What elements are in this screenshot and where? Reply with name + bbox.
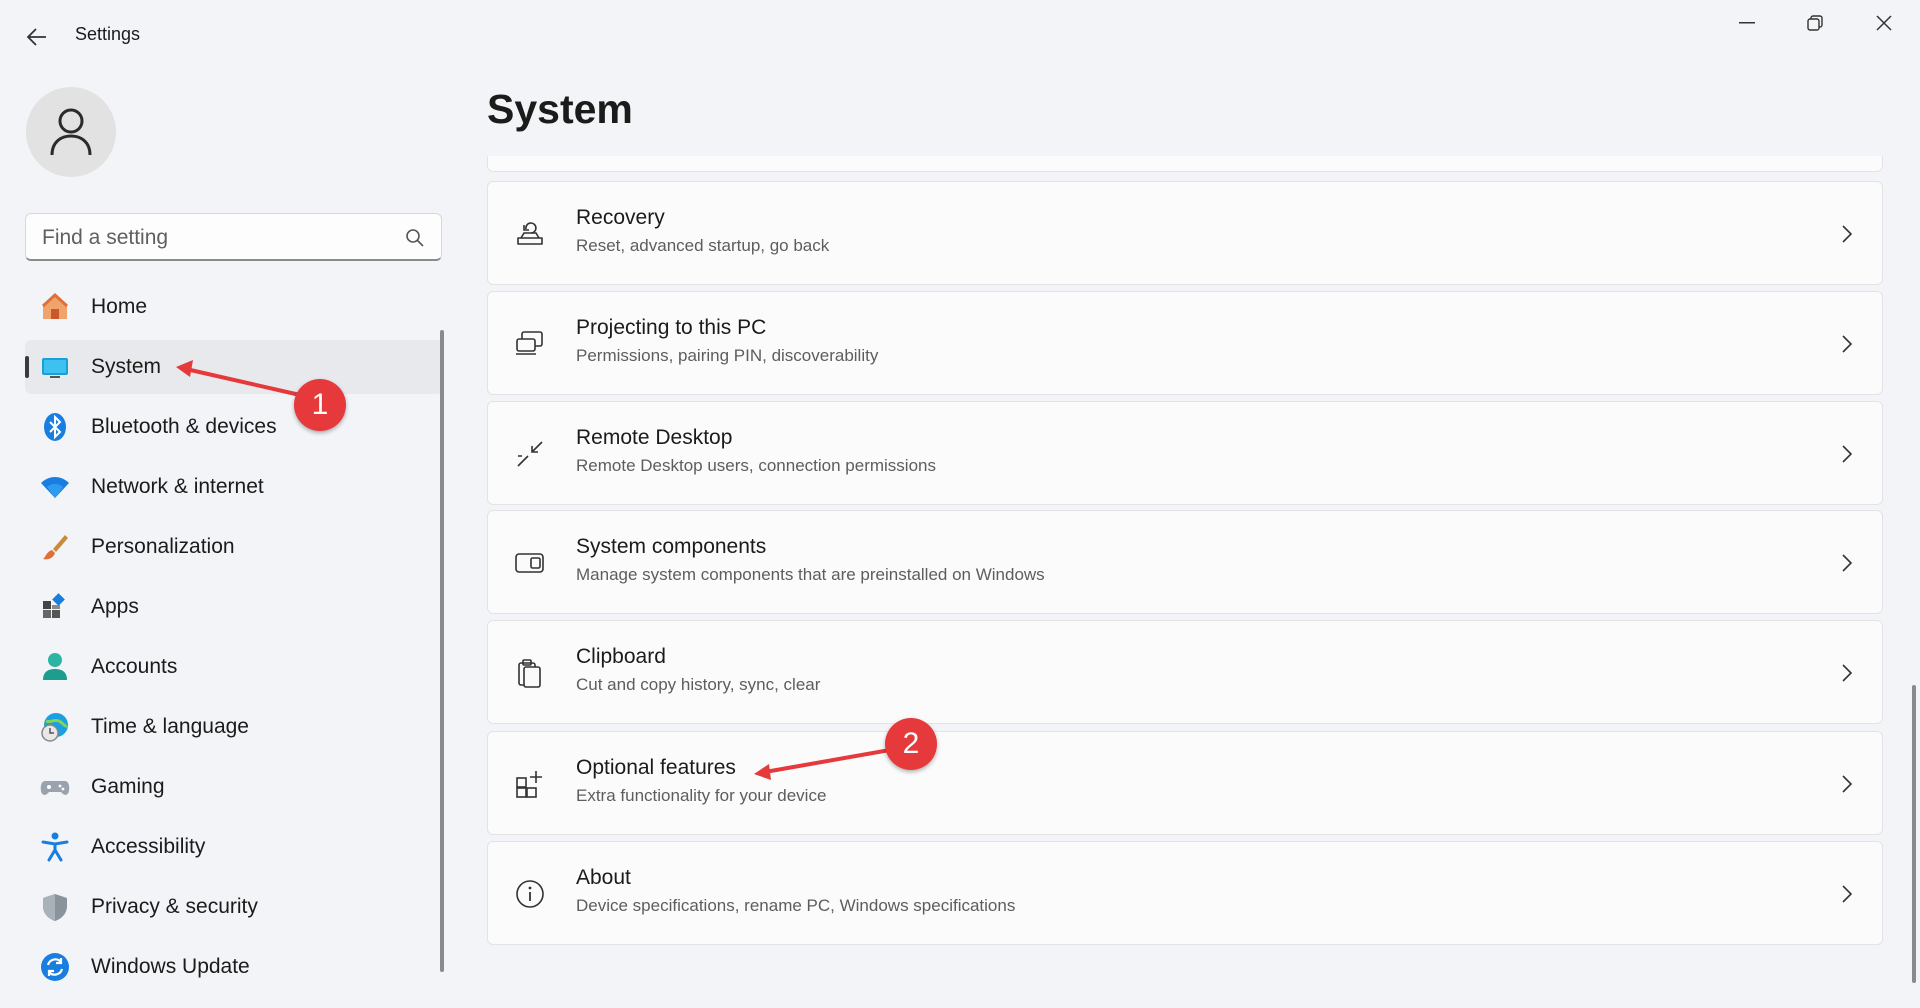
sidebar-item-label: System — [91, 355, 162, 378]
card-description: Cut and copy history, sync, clear — [576, 675, 821, 694]
chevron-right-icon — [1842, 664, 1853, 682]
card-title: Remote Desktop — [576, 426, 733, 449]
card-description: Manage system components that are preins… — [576, 565, 1045, 584]
remote-desktop-icon — [517, 441, 543, 467]
chevron-right-icon — [1842, 335, 1853, 353]
back-arrow-icon — [27, 28, 46, 46]
sidebar-item-home[interactable]: Home — [25, 280, 443, 334]
card-title: Projecting to this PC — [576, 316, 767, 339]
page-title: System — [487, 86, 633, 132]
minimize-icon — [1739, 22, 1755, 24]
sidebar-item-label: Accessibility — [91, 835, 206, 858]
brush-icon — [39, 531, 71, 563]
user-avatar[interactable] — [26, 87, 116, 177]
apps-icon — [39, 591, 71, 623]
optional-features-icon — [516, 771, 542, 798]
card-projecting[interactable]: Projecting to this PC Permissions, pairi… — [487, 291, 1883, 395]
card-title: Optional features — [576, 756, 736, 779]
info-icon — [516, 880, 544, 908]
sidebar-item-accounts[interactable]: Accounts — [25, 640, 443, 694]
search-input[interactable]: Find a setting — [25, 213, 442, 261]
card-recovery[interactable]: Recovery Reset, advanced startup, go bac… — [487, 181, 1883, 285]
clipboard-icon — [518, 659, 541, 688]
sidebar-item-apps[interactable]: Apps — [25, 580, 443, 634]
annotation-badge-2: 2 — [885, 718, 937, 770]
sidebar-item-label: Accounts — [91, 655, 178, 678]
chevron-right-icon — [1842, 225, 1853, 243]
card-optional-features[interactable]: Optional features Extra functionality fo… — [487, 731, 1883, 835]
person-icon — [50, 108, 92, 156]
card-about[interactable]: About Device specifications, rename PC, … — [487, 841, 1883, 945]
card-title: Clipboard — [576, 645, 666, 668]
card-description: Remote Desktop users, connection permiss… — [576, 456, 936, 475]
sidebar-item-label: Bluetooth & devices — [91, 415, 277, 438]
sidebar-item-accessibility[interactable]: Accessibility — [25, 820, 443, 874]
projecting-icon — [516, 331, 543, 355]
search-placeholder: Find a setting — [42, 226, 169, 249]
sidebar-item-bluetooth[interactable]: Bluetooth & devices — [25, 400, 443, 454]
bluetooth-icon — [39, 411, 71, 443]
chevron-right-icon — [1842, 775, 1853, 793]
sidebar-item-label: Time & language — [91, 715, 249, 738]
card-description: Extra functionality for your device — [576, 786, 827, 805]
card-description: Device specifications, rename PC, Window… — [576, 896, 1016, 915]
active-indicator — [25, 356, 29, 378]
globe-clock-icon — [39, 711, 71, 743]
shield-icon — [39, 891, 71, 923]
sidebar-item-label: Privacy & security — [91, 895, 258, 918]
card-remote-desktop[interactable]: Remote Desktop Remote Desktop users, con… — [487, 401, 1883, 505]
sidebar-item-label: Apps — [91, 595, 139, 618]
annotation-badge-1: 1 — [294, 379, 346, 431]
sidebar-item-personalization[interactable]: Personalization — [25, 520, 443, 574]
sidebar-item-network[interactable]: Network & internet — [25, 460, 443, 514]
restore-button[interactable] — [1781, 0, 1849, 46]
chevron-right-icon — [1842, 445, 1853, 463]
search-icon — [406, 229, 424, 247]
system-icon — [39, 351, 71, 383]
gamepad-icon — [39, 771, 71, 803]
sidebar-item-label: Network & internet — [91, 475, 264, 498]
card-clipboard[interactable]: Clipboard Cut and copy history, sync, cl… — [487, 620, 1883, 724]
sidebar-scrollbar[interactable] — [440, 330, 444, 972]
card-partial — [487, 156, 1883, 172]
chevron-right-icon — [1842, 885, 1853, 903]
back-button[interactable] — [14, 14, 60, 60]
minimize-button[interactable] — [1713, 0, 1781, 46]
sidebar-item-windows-update[interactable]: Windows Update — [25, 940, 443, 994]
sidebar-item-time-language[interactable]: Time & language — [25, 700, 443, 754]
card-system-components[interactable]: System components Manage system componen… — [487, 510, 1883, 614]
card-description: Reset, advanced startup, go back — [576, 236, 830, 255]
card-title: Recovery — [576, 206, 665, 229]
app-title: Settings — [75, 24, 141, 44]
sidebar-item-label: Personalization — [91, 535, 235, 558]
main-scrollbar[interactable] — [1912, 685, 1916, 983]
accounts-icon — [39, 651, 71, 683]
card-description: Permissions, pairing PIN, discoverabilit… — [576, 346, 879, 365]
sidebar-item-label: Windows Update — [91, 955, 250, 978]
home-icon — [39, 291, 71, 323]
close-icon — [1876, 15, 1892, 31]
accessibility-icon — [39, 831, 71, 863]
sidebar-item-label: Gaming — [91, 775, 165, 798]
card-title: System components — [576, 535, 767, 558]
sidebar-item-label: Home — [91, 295, 148, 318]
sidebar-item-system[interactable]: System — [25, 340, 443, 394]
close-button[interactable] — [1850, 0, 1918, 46]
update-icon — [39, 951, 71, 983]
restore-icon — [1807, 15, 1823, 31]
chevron-right-icon — [1842, 554, 1853, 572]
wifi-icon — [39, 471, 71, 503]
recovery-icon — [517, 222, 543, 245]
card-title: About — [576, 866, 631, 889]
sidebar-item-privacy-security[interactable]: Privacy & security — [25, 880, 443, 934]
title-bar: Settings — [0, 0, 1920, 72]
sidebar-item-gaming[interactable]: Gaming — [25, 760, 443, 814]
system-components-icon — [515, 553, 544, 573]
